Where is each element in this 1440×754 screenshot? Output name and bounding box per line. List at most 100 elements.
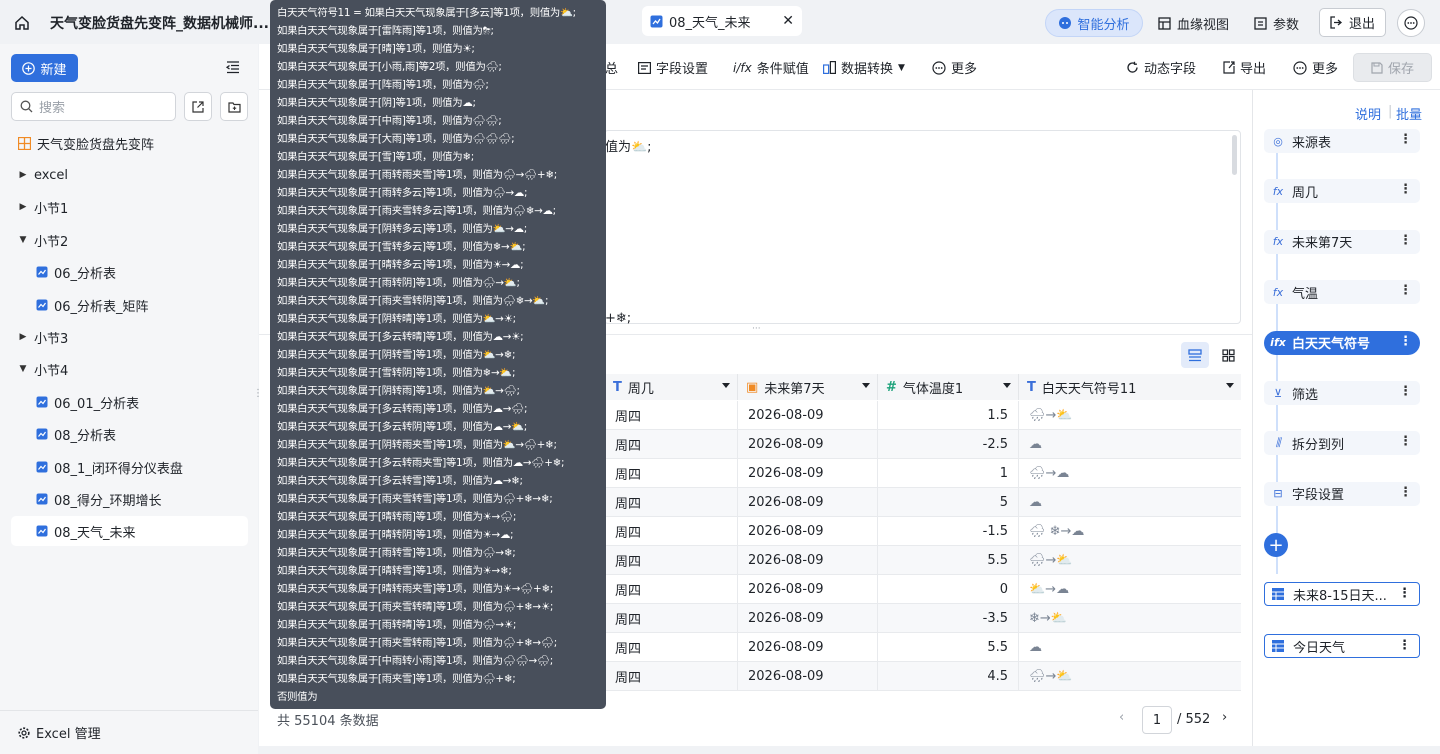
close-icon[interactable]: ✕ <box>782 13 794 29</box>
table-cell: 2026-08-09 <box>738 517 878 546</box>
export-button[interactable]: 导出 <box>1223 58 1266 77</box>
smart-analysis-button[interactable]: 智能分析 <box>1045 9 1143 37</box>
sidebar-item[interactable]: ▶ 小节3 <box>18 322 255 352</box>
sidebar-item[interactable]: 08_天气_未来 <box>11 516 248 546</box>
next-page-icon[interactable]: › <box>1222 710 1227 725</box>
table-row[interactable]: 周四 2026-08-09 5 ☁ <box>605 488 1241 517</box>
sidebar-item[interactable]: ▶ 小节1 <box>18 192 255 222</box>
step-label: 拆分到列 <box>1292 437 1345 453</box>
sidebar-item[interactable]: 06_分析表 <box>26 257 248 287</box>
exit-button[interactable]: 退出 <box>1319 8 1386 37</box>
tab-weather-future[interactable]: 08_天气_未来 ✕ <box>642 6 802 36</box>
step-icon: ⊟ <box>1273 487 1283 501</box>
pipeline-step[interactable]: ⫼ 拆分到列 ⋮ <box>1264 431 1420 456</box>
step-menu-icon[interactable]: ⋮ <box>1399 434 1412 449</box>
prev-page-icon[interactable]: ‹ <box>1119 710 1124 725</box>
field-settings-button[interactable]: 字段设置 <box>638 58 708 77</box>
step-menu-icon[interactable]: ⋮ <box>1399 485 1412 500</box>
data-transform-button[interactable]: 数据转换 ▼ <box>823 58 905 77</box>
editor-resize-handle[interactable]: ··· <box>752 324 761 334</box>
params-button[interactable]: 参数 <box>1254 9 1299 37</box>
summary-button[interactable]: 总 <box>605 58 618 77</box>
caret-right-icon[interactable]: ▶ <box>18 170 28 180</box>
pipeline-step[interactable]: ◎ 来源表 ⋮ <box>1264 129 1420 153</box>
column-header-temp[interactable]: # 气体温度1 <box>878 374 1019 400</box>
column-header-weekday[interactable]: T 周几 <box>605 374 738 400</box>
column-header-date[interactable]: ▣ 未来第7天 <box>738 374 878 400</box>
caret-right-icon[interactable]: ▶ <box>18 202 28 212</box>
table-row[interactable]: 周四 2026-08-09 5.5 ☁ <box>605 633 1241 662</box>
dropdown-icon[interactable] <box>722 383 730 388</box>
pipeline-step[interactable]: fx 未来第7天 ⋮ <box>1264 229 1420 254</box>
pipeline-step[interactable]: fx 周几 ⋮ <box>1264 179 1420 204</box>
column-header-weather[interactable]: T 白天天气符号11 <box>1019 374 1241 400</box>
batch-link[interactable]: 批量 <box>1396 104 1422 123</box>
step-icon: ⫼ <box>1275 436 1281 450</box>
pipeline-step[interactable]: ⊻ 筛选 ⋮ <box>1264 381 1420 405</box>
conditional-assign-button[interactable]: i/fx 条件赋值 <box>733 58 809 78</box>
caret-down-icon[interactable]: ▼ <box>18 235 28 245</box>
sidebar-item[interactable]: ▼ 小节2 <box>18 225 255 255</box>
table-row[interactable]: 周四 2026-08-09 1 🌧→☁ <box>605 459 1241 488</box>
workbook-root[interactable]: 天气变脸货盘先变阵 <box>18 128 255 158</box>
step-menu-icon[interactable]: ⋮ <box>1399 182 1412 197</box>
editor-scrollbar[interactable] <box>1232 135 1237 175</box>
sidebar-item[interactable]: ▼ 小节4 <box>18 354 255 384</box>
more-tools-button[interactable]: 更多 <box>932 58 977 77</box>
step-menu-icon[interactable]: ⋮ <box>1399 132 1412 147</box>
source-table[interactable]: 今日天气 ⋮ <box>1264 634 1420 658</box>
row-count: 共 55104 条数据 <box>277 714 379 729</box>
table-cell: ☁ <box>1029 495 1042 510</box>
dropdown-icon[interactable] <box>862 383 870 388</box>
save-button[interactable]: 保存 <box>1353 53 1432 82</box>
caret-down-icon[interactable]: ▼ <box>18 364 28 374</box>
dropdown-icon[interactable] <box>1226 383 1234 388</box>
search-input[interactable]: 搜索 <box>11 92 176 121</box>
add-step-button[interactable]: + <box>1264 533 1288 557</box>
table-cell: 周四 <box>605 575 738 604</box>
locate-button[interactable] <box>184 92 212 121</box>
table-row[interactable]: 周四 2026-08-09 1.5 🌧→⛅ <box>605 401 1241 430</box>
sidebar-item[interactable]: 08_1_闭环得分仪表盘 <box>26 452 248 482</box>
dynamic-field-button[interactable]: 动态字段 <box>1126 58 1196 77</box>
caret-right-icon[interactable]: ▶ <box>18 332 28 342</box>
sidebar-item[interactable]: 06_分析表_矩阵 <box>26 290 248 320</box>
sidebar-item[interactable]: 08_分析表 <box>26 419 248 449</box>
table-row[interactable]: 周四 2026-08-09 0 ⛅→☁ <box>605 575 1241 604</box>
collapse-sidebar-icon[interactable] <box>226 60 240 74</box>
formula-editor[interactable]: 值为⛅; +❄; <box>604 130 1241 326</box>
pipeline-step[interactable]: ⊟ 字段设置 ⋮ <box>1264 481 1420 506</box>
grid-view-button[interactable] <box>1214 342 1242 368</box>
step-menu-icon[interactable]: ⋮ <box>1399 384 1412 399</box>
source-table[interactable]: 未来8-15日天... ⋮ <box>1264 582 1420 606</box>
table-row[interactable]: 周四 2026-08-09 5.5 🌧→⛅ <box>605 546 1241 575</box>
more-icon[interactable] <box>1397 9 1425 37</box>
sidebar-item[interactable]: 08_得分_环期增长 <box>26 484 248 514</box>
excel-manage-button[interactable]: Excel 管理 <box>18 723 101 742</box>
lineage-view-button[interactable]: 血缘视图 <box>1158 9 1229 37</box>
table-row[interactable]: 周四 2026-08-09 -1.5 🌧 ❄→☁ <box>605 517 1241 546</box>
more-actions-button[interactable]: 更多 <box>1293 58 1338 77</box>
home-icon[interactable] <box>14 9 30 37</box>
external-link-icon <box>192 100 204 113</box>
source-menu-icon[interactable]: ⋮ <box>1398 638 1411 653</box>
step-menu-icon[interactable]: ⋮ <box>1399 334 1412 349</box>
sidebar-item[interactable]: ▶ excel <box>18 160 255 190</box>
step-menu-icon[interactable]: ⋮ <box>1399 233 1412 248</box>
new-folder-button[interactable] <box>220 92 248 121</box>
table-cell: 周四 <box>605 517 738 546</box>
explain-link[interactable]: 说明 <box>1355 104 1381 123</box>
sidebar-item-label: 08_1_闭环得分仪表盘 <box>54 461 183 477</box>
page-input[interactable]: 1 <box>1142 706 1172 734</box>
dropdown-icon[interactable] <box>1003 383 1011 388</box>
table-row[interactable]: 周四 2026-08-09 -3.5 ❄→⛅ <box>605 604 1241 633</box>
table-row[interactable]: 周四 2026-08-09 -2.5 ☁ <box>605 430 1241 459</box>
step-menu-icon[interactable]: ⋮ <box>1399 283 1412 298</box>
list-view-button[interactable] <box>1181 342 1209 368</box>
new-button[interactable]: 新建 <box>11 54 78 82</box>
sidebar-item[interactable]: 06_01_分析表 <box>26 387 248 417</box>
source-menu-icon[interactable]: ⋮ <box>1398 586 1411 601</box>
pipeline-step[interactable]: ifx 白天天气符号 ⋮ <box>1264 330 1420 355</box>
table-row[interactable]: 周四 2026-08-09 4.5 🌧→⛅ <box>605 662 1241 691</box>
pipeline-step[interactable]: fx 气温 ⋮ <box>1264 280 1420 305</box>
